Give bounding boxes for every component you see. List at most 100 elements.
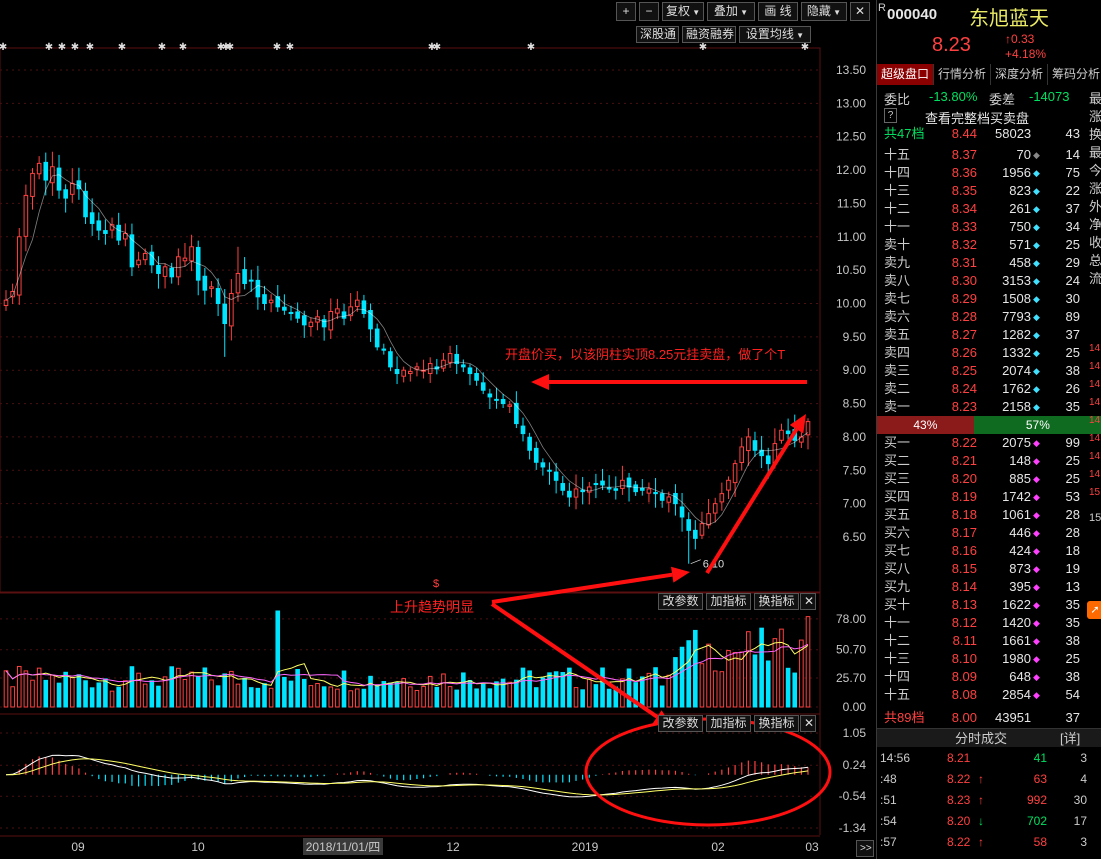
trade-time: 14:56 [880,751,911,765]
draw-line-button[interactable]: 画 线 [758,2,798,21]
bid-level-row[interactable]: 十三 8.10 1980 ◆ 25 [877,650,1101,668]
macd-add-indicator-button[interactable]: 加指标 [706,715,751,732]
ask-level-row[interactable]: 卖六 8.28 7793 ◆ 89 [877,308,1101,326]
trade-row: :48 8.22 ↑ 63 4 [877,769,1101,790]
volume-close-button[interactable]: ✕ [800,593,816,610]
level-dot-icon: ◆ [1033,510,1040,520]
candle-body [255,279,261,298]
restore-right-button[interactable]: 复权 ▼ [662,2,704,21]
price-tick-label: 13.50 [836,63,866,77]
bid-level-count: 28 [1065,507,1080,522]
volume-bar [3,670,9,708]
ask-level-row[interactable]: 十四 8.36 1956 ◆ 75 [877,164,1101,182]
bid-level-row[interactable]: 买八 8.15 873 ◆ 19 [877,560,1101,578]
bid-level-row[interactable]: 买九 8.14 395 ◆ 13 [877,578,1101,596]
tab-chip-analysis[interactable]: 筹码分析 [1048,64,1101,85]
event-markers: ✱ ✱ ✱ ✱ ✱ ✱ ✱ ✱ ✱✱✱ ✱ ✱ ✱✱ ✱ ✱ ✱$ [0,42,809,590]
candle-body [739,446,745,463]
scroll-right-button[interactable]: >> [856,840,874,857]
bid-level-row[interactable]: 十二 8.11 1661 ◆ 38 [877,632,1101,650]
event-star-icon: ✱ [699,42,707,53]
tab-market-analysis[interactable]: 行情分析 [934,64,992,85]
volume-params-button[interactable]: 改参数 [658,593,703,610]
bid-level-row[interactable]: 买五 8.18 1061 ◆ 28 [877,506,1101,524]
price-tick-label: 11.00 [837,230,866,244]
edge-price-number: 14 [1089,343,1101,354]
level-dot-icon: ◆ [1033,492,1040,502]
float-widget-icon[interactable]: ➚ [1087,601,1101,619]
volume-bar [109,690,115,708]
volume-swap-indicator-button[interactable]: 换指标 [754,593,799,610]
ask-level-price: 8.36 [951,165,977,180]
volume-bar [560,672,566,708]
ask-level-row[interactable]: 卖四 8.26 1332 ◆ 25 [877,344,1101,362]
bid-level-volume: 1742 [1002,489,1031,504]
zoom-in-button[interactable]: + [616,2,636,21]
bid-level-row[interactable]: 十五 8.08 2854 ◆ 54 [877,686,1101,704]
candle-body [215,288,221,305]
volume-bar [96,682,102,708]
volume-bar [732,651,738,708]
bids-total-row: 共89档 8.00 43951 37 [877,709,1101,727]
ask-level-row[interactable]: 十二 8.34 261 ◆ 37 [877,200,1101,218]
bid-level-label: 买十 [884,597,911,612]
bid-level-row[interactable]: 买二 8.21 148 ◆ 25 [877,452,1101,470]
ask-level-price: 8.34 [951,201,977,216]
bid-level-row[interactable]: 买一 8.22 2075 ◆ 99 [877,434,1101,452]
macd-swap-indicator-button[interactable]: 换指标 [754,715,799,732]
macd-params-button[interactable]: 改参数 [658,715,703,732]
candle-body [461,364,466,368]
bid-level-row[interactable]: 买三 8.20 885 ◆ 25 [877,470,1101,488]
edge-price-number: 14 [1089,433,1101,444]
candle-body [321,319,327,328]
level-dot-icon: ◆ [1033,384,1040,394]
ask-level-row[interactable]: 卖一 8.23 2158 ◆ 35 [877,398,1101,416]
tab-depth-analysis[interactable]: 深度分析 [991,64,1049,85]
volume-add-indicator-button[interactable]: 加指标 [706,593,751,610]
ask-level-row[interactable]: 十三 8.35 823 ◆ 22 [877,182,1101,200]
bid-level-row[interactable]: 买七 8.16 424 ◆ 18 [877,542,1101,560]
ask-level-row[interactable]: 十一 8.33 750 ◆ 34 [877,218,1101,236]
ask-level-count: 29 [1065,255,1080,270]
ask-level-row[interactable]: 十五 8.37 70 ◆ 14 [877,146,1101,164]
level-dot-icon: ◆ [1033,222,1040,232]
volume-bar [699,663,705,708]
close-chart-button[interactable]: ✕ [850,2,870,21]
candle-body [69,182,75,195]
zoom-out-button[interactable]: − [639,2,659,21]
ask-level-row[interactable]: 卖八 8.30 3153 ◆ 24 [877,272,1101,290]
macd-close-button[interactable]: ✕ [800,715,816,732]
ma-settings-button[interactable]: 设置均线 ▼ [739,26,811,43]
ratio-left: 43% [877,416,974,434]
overlay-button[interactable]: 叠加 ▼ [707,2,755,21]
ask-level-row[interactable]: 卖二 8.24 1762 ◆ 26 [877,380,1101,398]
order-ratio-row: 委比 -13.80% 委差 -14073 [877,87,1101,107]
ask-level-row[interactable]: 卖七 8.29 1508 ◆ 30 [877,290,1101,308]
macd-dif-line [5,754,809,798]
ask-level-row[interactable]: 卖十 8.32 571 ◆ 25 [877,236,1101,254]
ask-level-row[interactable]: 卖三 8.25 2074 ◆ 38 [877,362,1101,380]
volume-bar [301,678,307,708]
tab-super-book[interactable]: 超级盘口 [877,64,935,85]
bid-level-row[interactable]: 买四 8.19 1742 ◆ 53 [877,488,1101,506]
ask-level-row[interactable]: 卖五 8.27 1282 ◆ 37 [877,326,1101,344]
ask-level-count: 89 [1065,309,1080,324]
bid-level-row[interactable]: 买六 8.17 446 ◆ 28 [877,524,1101,542]
sgt-button[interactable]: 深股通 [636,26,679,43]
margin-trading-button[interactable]: 融资融券 [682,26,736,43]
edge-price-number: 15 [1089,487,1101,498]
edge-field-label: 今 [1089,163,1101,178]
bid-level-label: 买五 [884,507,911,522]
full-book-row[interactable]: ? 查看完整档买卖盘 [877,108,1101,126]
weibi-label: 委比 [884,92,911,107]
ask-level-row[interactable]: 卖九 8.31 458 ◆ 29 [877,254,1101,272]
bid-level-label: 买三 [884,471,911,486]
bid-level-row[interactable]: 十一 8.12 1420 ◆ 35 [877,614,1101,632]
trade-volume: 58 [1033,835,1047,849]
volume-bar [639,676,645,708]
bid-level-row[interactable]: 买十 8.13 1622 ◆ 35 [877,596,1101,614]
bid-level-row[interactable]: 十四 8.09 648 ◆ 38 [877,668,1101,686]
trades-detail-link[interactable]: [详] [1060,729,1080,748]
help-icon[interactable]: ? [884,108,897,123]
hide-button[interactable]: 隐藏 ▼ [801,2,847,21]
